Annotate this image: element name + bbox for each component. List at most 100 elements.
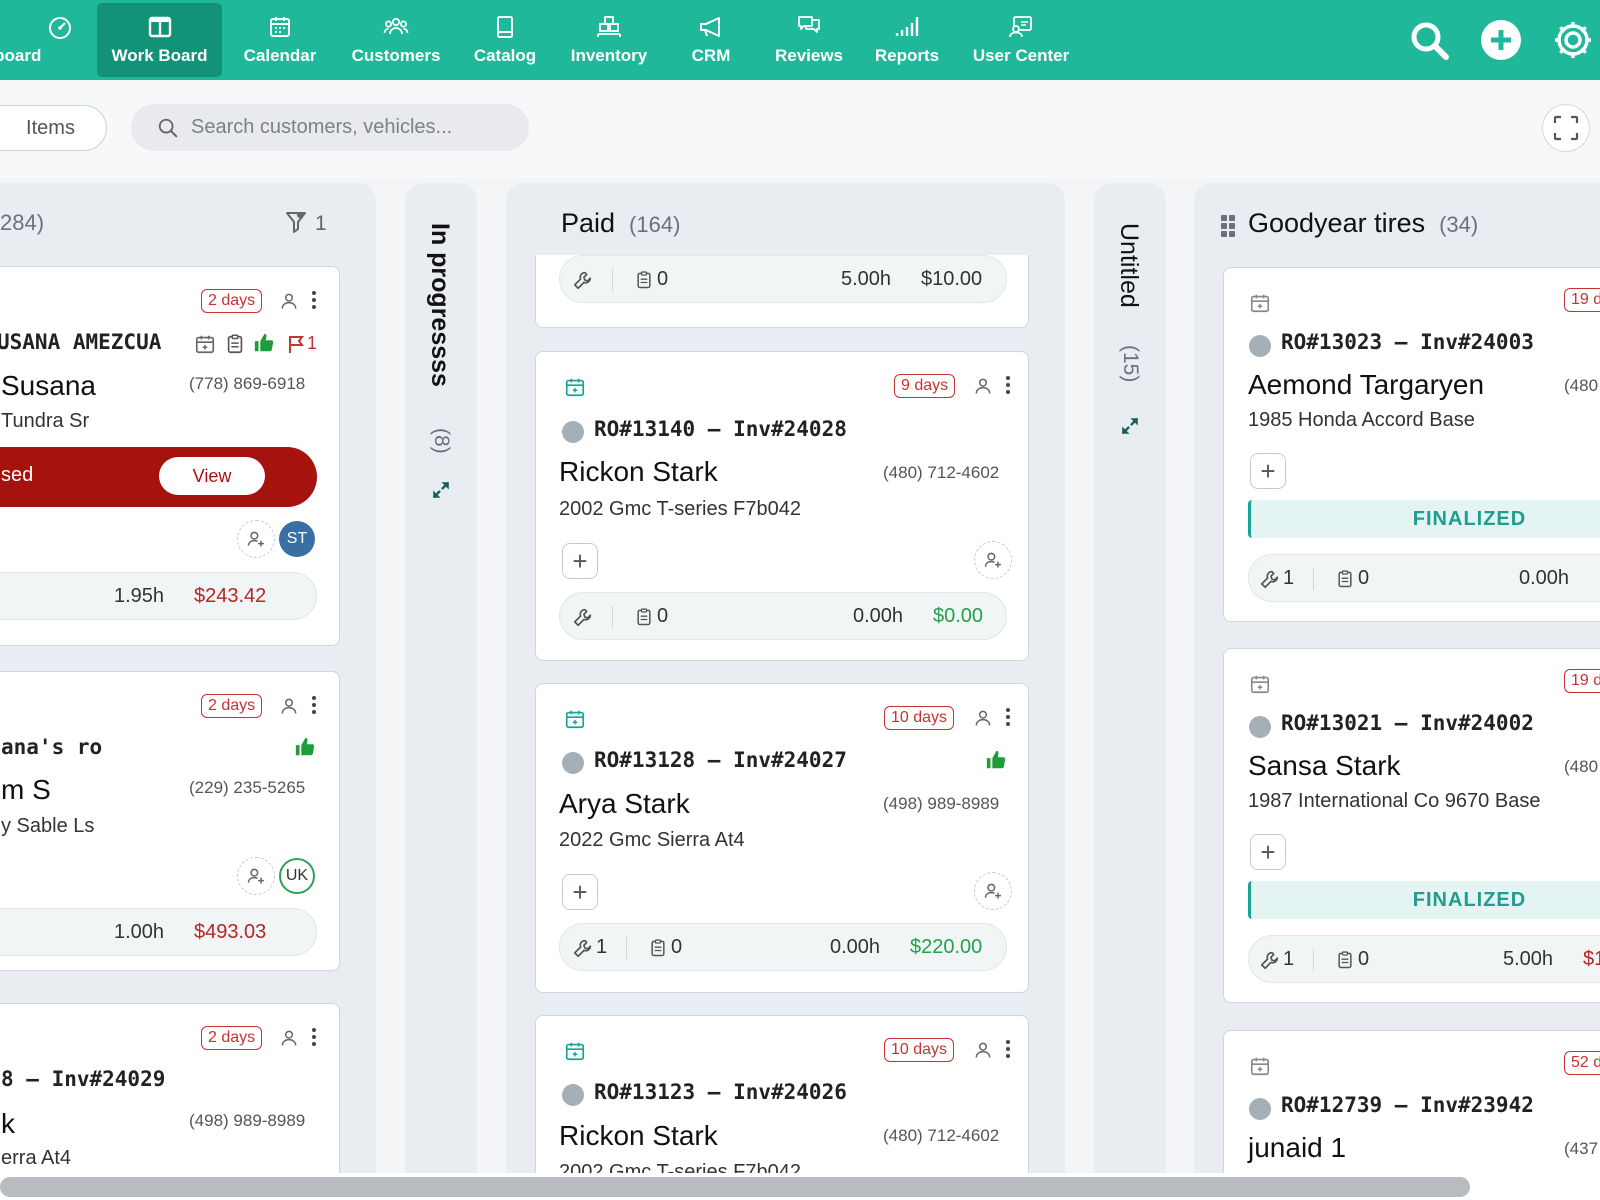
- items-filter-pill[interactable]: Items: [0, 105, 107, 151]
- footer-divider: [1313, 568, 1314, 590]
- settings-button[interactable]: [1551, 18, 1595, 62]
- board-icon: [148, 16, 171, 38]
- user-icon[interactable]: [279, 696, 299, 716]
- user-icon[interactable]: [279, 291, 299, 311]
- customer-phone: (498) 989-8989: [189, 1111, 306, 1130]
- search-bar[interactable]: [131, 104, 529, 151]
- work-order-card[interactable]: 2 days USANA AMEZCUA 1 Susana (778) 869-…: [0, 266, 340, 646]
- work-order-card[interactable]: 19 d RO#13023 – Inv#24003 Aemond Targary…: [1223, 267, 1600, 622]
- board-column-goodyear-tires: Goodyear tires (34) 19 d RO#13023 – Inv#2…: [1194, 183, 1600, 1200]
- nav-item-inventory[interactable]: Inventory: [562, 0, 656, 80]
- days-badge: 10 days: [884, 706, 955, 730]
- nav-label: User Center: [972, 46, 1070, 65]
- assign-technician-button[interactable]: [974, 541, 1012, 579]
- appointment-calendar-icon: [564, 708, 586, 730]
- customer-phone: (480: [1564, 757, 1599, 776]
- footer-divider: [1313, 949, 1314, 971]
- column-count: (164): [629, 212, 681, 237]
- board-column-untitled[interactable]: Untitled (15): [1094, 183, 1166, 1200]
- add-item-button[interactable]: +: [1250, 453, 1286, 489]
- labor-count: 1: [596, 936, 608, 958]
- user-icon[interactable]: [973, 1040, 993, 1060]
- card-footer: 1 0 5.00h $1: [1248, 935, 1600, 983]
- view-button[interactable]: View: [159, 457, 265, 495]
- work-order-card[interactable]: 19 d RO#13021 – Inv#24002 Sansa Stark (4…: [1223, 648, 1600, 1003]
- nav-item-crm[interactable]: CRM: [671, 0, 751, 80]
- avatar[interactable]: ST: [279, 521, 315, 557]
- column-count: (34): [1439, 212, 1479, 237]
- expand-column-icon[interactable]: [430, 479, 452, 501]
- nav-item-catalog[interactable]: Catalog: [465, 0, 545, 80]
- user-add-icon: [246, 529, 266, 549]
- nav-item-dashboard[interactable]: Dashboard: [0, 0, 80, 80]
- more-menu-icon[interactable]: [307, 1026, 321, 1048]
- column-count: 284): [0, 210, 45, 235]
- fullscreen-icon: [1553, 115, 1579, 141]
- nav-item-reports[interactable]: Reports: [867, 0, 947, 80]
- parts-clipboard-icon: [634, 270, 654, 290]
- work-order-card[interactable]: 10 days RO#13128 – Inv#24027 Arya Stark …: [535, 683, 1029, 993]
- work-order-name: USANA AMEZCUA: [0, 330, 162, 354]
- nav-item-reviews[interactable]: Reviews: [767, 0, 851, 80]
- card-footer: 1 0 0.00h $220.00: [559, 923, 1007, 971]
- user-icon[interactable]: [279, 1028, 299, 1048]
- work-order-card[interactable]: 2 days 8 – Inv#24029 k (498) 989-8989 er…: [0, 1003, 340, 1200]
- parts-count: 0: [1358, 948, 1370, 970]
- vehicle-info: Tundra Sr: [1, 410, 90, 432]
- add-item-button[interactable]: +: [562, 874, 598, 910]
- ro-invoice-number: RO#13023 – Inv#24003: [1281, 330, 1534, 354]
- status-dot: [1249, 335, 1271, 357]
- more-menu-icon[interactable]: [1001, 374, 1015, 396]
- customer-name: Rickon Stark: [559, 1120, 718, 1151]
- work-order-card[interactable]: 2 days ana's ro m S (229) 235-5265 y Sab…: [0, 671, 340, 971]
- gear-icon: [1555, 22, 1591, 58]
- user-icon[interactable]: [973, 708, 993, 728]
- appointment-calendar-icon: [1249, 673, 1271, 695]
- work-order-name: ana's ro: [1, 735, 103, 759]
- footer-divider: [612, 269, 613, 291]
- nav-label: Reviews: [774, 46, 844, 65]
- customer-name: Aemond Targaryen: [1248, 369, 1485, 400]
- user-add-icon: [983, 881, 1003, 901]
- add-item-button[interactable]: +: [1250, 834, 1286, 870]
- reviews-icon: [798, 16, 820, 33]
- assign-technician-button[interactable]: [237, 857, 275, 895]
- nav-item-work-board[interactable]: Work Board: [97, 3, 222, 77]
- parts-count: 0: [1358, 567, 1370, 589]
- nav-item-customers[interactable]: Customers: [343, 0, 449, 80]
- customers-icon: [383, 17, 409, 35]
- add-item-button[interactable]: +: [562, 543, 598, 579]
- global-search-button[interactable]: [1407, 18, 1451, 62]
- avatar[interactable]: UK: [279, 858, 315, 894]
- days-badge: 52 d: [1564, 1051, 1600, 1075]
- horizontal-scrollbar-thumb[interactable]: [0, 1177, 1470, 1197]
- board-column-in-progress[interactable]: In progressss (8): [405, 183, 477, 1200]
- nav-label: Catalog: [473, 46, 537, 65]
- order-total: $1: [1583, 948, 1600, 970]
- card-footer: 1.00h $493.03: [0, 908, 317, 956]
- flag-icon: [289, 336, 304, 353]
- expand-column-icon[interactable]: [1119, 415, 1141, 437]
- days-badge: 9 days: [894, 374, 956, 398]
- thumbs-up-icon: [294, 736, 316, 758]
- more-menu-icon[interactable]: [1001, 706, 1015, 728]
- more-menu-icon[interactable]: [307, 289, 321, 311]
- order-total: $243.42: [194, 585, 267, 607]
- labor-wrench-icon: [1259, 568, 1281, 590]
- more-menu-icon[interactable]: [307, 694, 321, 716]
- create-new-button[interactable]: [1479, 18, 1523, 62]
- nav-item-calendar[interactable]: Calendar: [234, 0, 326, 80]
- labor-hours: 0.00h: [853, 605, 904, 627]
- customer-phone: (480) 712-4602: [883, 1126, 1000, 1145]
- customer-phone: (437: [1564, 1139, 1599, 1158]
- more-menu-icon[interactable]: [1001, 1038, 1015, 1060]
- work-order-card[interactable]: 9 days RO#13140 – Inv#24028 Rickon Stark…: [535, 351, 1029, 661]
- search-input[interactable]: [191, 116, 511, 139]
- nav-item-user-center[interactable]: User Center: [964, 0, 1078, 80]
- assign-technician-button[interactable]: [237, 520, 275, 558]
- work-order-card[interactable]: 0 5.00h $10.00: [535, 255, 1029, 328]
- user-icon[interactable]: [973, 376, 993, 396]
- assign-technician-button[interactable]: [974, 872, 1012, 910]
- fullscreen-button[interactable]: [1542, 104, 1590, 152]
- drag-handle-icon[interactable]: [1220, 214, 1236, 238]
